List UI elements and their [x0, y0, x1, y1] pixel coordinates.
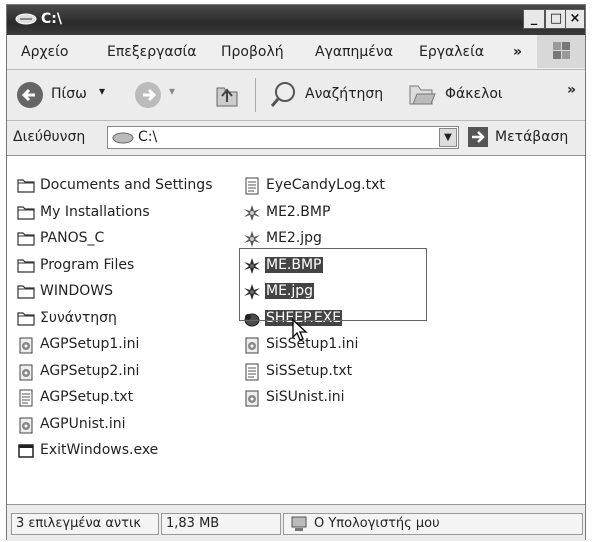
windows-flag-icon — [553, 42, 570, 59]
back-label: Πίσω — [51, 86, 87, 102]
back-button[interactable]: Πίσω ▾ — [15, 80, 127, 110]
address-dropdown-icon[interactable]: ▼ — [439, 128, 457, 147]
go-label: Μετάβαση — [495, 129, 569, 145]
title-bar[interactable]: C:\ _ □ × — [7, 5, 585, 35]
file-name: AGPSetup.txt — [40, 389, 134, 405]
minimize-button[interactable]: _ — [523, 9, 545, 29]
selection-rectangle — [239, 248, 427, 321]
file-name: PANOS_C — [40, 230, 105, 246]
folder-icon — [17, 179, 35, 193]
windows-logo — [537, 35, 585, 68]
settings-file-icon — [245, 390, 259, 407]
folders-icon — [409, 85, 436, 105]
menu-edit[interactable]: Επεξεργασία — [107, 44, 196, 60]
explorer-window: C:\ _ □ × Αρχείο Επεξεργασία Προβολή Αγα… — [6, 4, 586, 541]
address-bar: Διεύθυνση C:\ ▼ Μετάβαση — [7, 121, 585, 156]
status-location: Ο Υπολογιστής μου — [314, 516, 440, 531]
forward-dropdown-icon[interactable]: ▾ — [169, 84, 175, 98]
go-arrow-icon — [468, 127, 488, 147]
folder-icon — [17, 311, 35, 326]
file-name: Program Files — [40, 256, 135, 273]
settings-file-icon — [245, 337, 259, 354]
drive-icon — [15, 13, 37, 25]
maximize-button[interactable]: □ — [545, 9, 567, 29]
back-dropdown-icon[interactable]: ▾ — [99, 84, 105, 98]
search-button[interactable]: Αναζήτηση — [269, 80, 389, 110]
status-size: 1,83 MB — [161, 513, 281, 535]
file-name: ME2.BMP — [266, 203, 331, 220]
menu-tools[interactable]: Εργαλεία — [419, 44, 484, 60]
go-button[interactable]: Μετάβαση — [467, 126, 585, 150]
settings-file-icon — [19, 337, 33, 354]
toolbar-separator — [255, 78, 256, 112]
folder-icon — [17, 232, 35, 246]
close-button[interactable]: × — [565, 9, 585, 29]
file-name: SiSSetup1.ini — [266, 336, 359, 352]
toolbar: Πίσω ▾ ▾ Αναζήτηση Φάκελοι » — [7, 70, 585, 121]
file-name: EyeCandyLog.txt — [266, 177, 385, 193]
status-location-pane: Ο Υπολογιστής μου — [283, 513, 583, 535]
window-title: C:\ — [41, 11, 62, 27]
file-name: Documents and Settings — [40, 177, 213, 193]
toolbar-overflow[interactable]: » — [567, 82, 576, 98]
file-name: My Installations — [40, 203, 150, 220]
text-file-icon — [245, 177, 259, 195]
search-icon — [270, 82, 295, 107]
menu-overflow[interactable]: » — [513, 44, 522, 60]
up-folder-icon[interactable] — [213, 80, 241, 110]
forward-button[interactable]: ▾ — [133, 80, 185, 110]
status-selection: 3 επιλεγμένα αντικ — [11, 513, 159, 535]
folders-button[interactable]: Φάκελοι — [407, 80, 517, 110]
text-file-icon — [19, 389, 33, 407]
file-name: AGPUnist.ini — [40, 415, 126, 432]
address-value: C:\ — [138, 129, 158, 145]
menu-file[interactable]: Αρχείο — [21, 44, 68, 60]
search-label: Αναζήτηση — [305, 86, 384, 102]
file-list: Documents and Settings My Installations PA… — [7, 156, 585, 505]
file-name: AGPSetup1.ini — [40, 336, 140, 352]
file-name: ExitWindows.exe — [40, 442, 159, 458]
back-arrow-icon — [17, 82, 43, 108]
mouse-cursor-icon — [292, 318, 308, 341]
folders-label: Φάκελοι — [445, 86, 503, 102]
menu-favorites[interactable]: Αγαπημένα — [315, 44, 393, 60]
status-bar: 3 επιλεγμένα αντικ 1,83 MB Ο Υπολογιστής… — [7, 505, 585, 541]
file-name: ME2.jpg — [266, 230, 322, 246]
forward-arrow-icon — [135, 82, 161, 108]
settings-file-icon — [19, 364, 33, 380]
file-name: SiSUnist.ini — [266, 389, 345, 405]
exe-icon — [18, 444, 34, 458]
file-name: WINDOWS — [40, 283, 113, 299]
file-name: Συνάντηση — [40, 309, 117, 326]
computer-icon — [291, 516, 307, 531]
drive-icon — [112, 132, 134, 144]
file-name: SiSSetup.txt — [266, 362, 353, 379]
folder-icon — [17, 285, 35, 299]
address-label: Διεύθυνση — [13, 129, 86, 145]
file-name: AGPSetup2.ini — [40, 362, 140, 379]
address-field[interactable]: C:\ ▼ — [107, 126, 459, 149]
menu-view[interactable]: Προβολή — [221, 44, 284, 60]
settings-file-icon — [19, 417, 33, 433]
menu-bar: Αρχείο Επεξεργασία Προβολή Αγαπημένα Εργ… — [7, 35, 585, 70]
folder-icon — [17, 258, 35, 273]
text-file-icon — [245, 363, 259, 380]
image-file-icon — [244, 204, 260, 221]
folder-icon — [17, 205, 35, 220]
image-file-icon — [244, 231, 260, 247]
